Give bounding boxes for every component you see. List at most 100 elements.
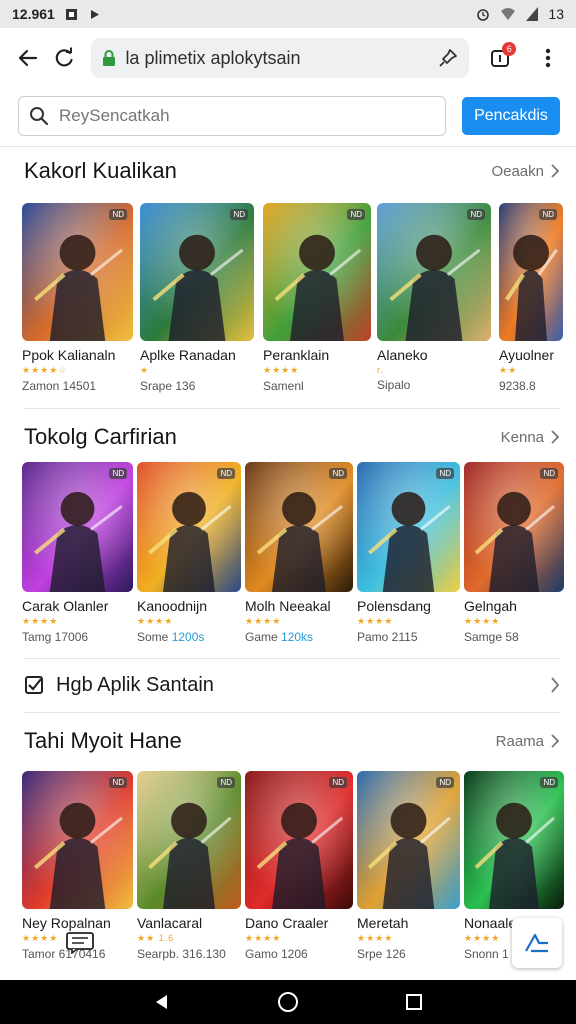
alarm-icon bbox=[477, 9, 490, 21]
game-artwork bbox=[137, 462, 241, 592]
game-artwork bbox=[499, 203, 563, 341]
app-thumbnail[interactable]: ND bbox=[137, 462, 241, 592]
app-meta: Samge 58 bbox=[464, 630, 564, 644]
app-tag: ND bbox=[329, 777, 347, 788]
app-card[interactable]: ND Alaneko r. Sipalo bbox=[377, 203, 491, 393]
app-meta: Gamo 1206 bbox=[245, 947, 353, 961]
reload-button[interactable] bbox=[46, 40, 82, 76]
app-card[interactable]: ND Gelngah ★★★★ Samge 58 bbox=[464, 462, 564, 644]
app-name: Gelngah bbox=[464, 598, 517, 614]
system-nav-bar bbox=[0, 980, 576, 1024]
section-more-link[interactable]: Oeaakn bbox=[491, 163, 560, 180]
back-button[interactable] bbox=[10, 40, 46, 76]
app-meta-highlight: 1200s bbox=[171, 630, 205, 644]
app-name: Peranklain bbox=[263, 347, 330, 363]
app-card[interactable]: ND Carak Olanler ★★★★ Tamg 17006 bbox=[22, 462, 133, 644]
signal-icon bbox=[526, 7, 539, 21]
nav-recents-icon[interactable] bbox=[405, 993, 423, 1011]
section-header: Kakorl Kualikan Oeaakn bbox=[24, 158, 560, 184]
app-tag: ND bbox=[436, 468, 454, 479]
app-card[interactable]: ND Ppok Kalianaln ★★★★☆ Zamon 14501 bbox=[22, 203, 133, 393]
nav-home-icon[interactable] bbox=[277, 991, 299, 1013]
more-vert-icon bbox=[545, 48, 551, 68]
app-tag: ND bbox=[540, 777, 558, 788]
app-meta-text: Zamon 14501 bbox=[22, 379, 97, 393]
app-rating: ★★★★ bbox=[263, 365, 300, 375]
search-input[interactable] bbox=[59, 106, 419, 126]
app-thumbnail[interactable]: ND bbox=[499, 203, 563, 341]
app-card[interactable]: ND Polensdang ★★★★ Pamo 2115 bbox=[357, 462, 460, 644]
chat-button[interactable] bbox=[66, 932, 94, 959]
app-meta-text: Gamo 1206 bbox=[245, 947, 308, 961]
app-row: ND Ppok Kalianaln ★★★★☆ Zamon 14501 ND A… bbox=[22, 203, 576, 393]
app-thumbnail[interactable]: ND bbox=[357, 771, 460, 909]
app-meta: Zamon 14501 bbox=[22, 379, 133, 393]
game-artwork bbox=[22, 771, 133, 909]
section-title: Tokolg Carfirian bbox=[24, 424, 177, 449]
app-thumbnail[interactable]: ND bbox=[464, 462, 564, 592]
section-title: Kakorl Kualikan bbox=[24, 158, 177, 183]
game-artwork bbox=[357, 771, 460, 909]
chevron-right-icon bbox=[551, 677, 560, 693]
app-meta-text: Tamg 17006 bbox=[22, 630, 89, 644]
app-rating: ★ bbox=[140, 365, 150, 375]
section-more-label: Raama bbox=[495, 732, 544, 750]
game-artwork bbox=[245, 771, 353, 909]
section-header: Tokolg Carfirian Kenna bbox=[24, 424, 560, 450]
app-thumbnail[interactable]: ND bbox=[22, 203, 133, 341]
game-artwork bbox=[263, 203, 371, 341]
app-name: Dano Craaler bbox=[245, 915, 329, 931]
app-card[interactable]: ND Molh Neeakal ★★★★ Game 120ks bbox=[245, 462, 353, 644]
menu-button[interactable] bbox=[530, 40, 566, 76]
app-tag: ND bbox=[467, 209, 485, 220]
app-rating: ★★ bbox=[499, 365, 518, 375]
checkbox-icon bbox=[25, 676, 43, 694]
app-card[interactable]: ND Meretah ★★★★ Srpe 126 bbox=[357, 771, 460, 961]
app-meta: Srape 136 bbox=[140, 379, 254, 393]
section-more-link[interactable]: Raama bbox=[496, 733, 560, 750]
list-item[interactable]: Hgb Aplik Santain bbox=[24, 664, 560, 706]
pin-icon[interactable] bbox=[437, 47, 459, 69]
search-button[interactable]: Pencakdis bbox=[462, 97, 560, 135]
app-tag: ND bbox=[540, 468, 558, 479]
app-thumbnail[interactable]: ND bbox=[245, 771, 353, 909]
app-name: Ney Ropalnan bbox=[22, 915, 111, 931]
app-meta-text: Samenl bbox=[263, 379, 304, 393]
floating-action-button[interactable] bbox=[512, 918, 562, 968]
app-name: Polensdang bbox=[357, 598, 431, 614]
compose-icon bbox=[525, 933, 548, 953]
app-name: Meretah bbox=[357, 915, 409, 931]
app-card[interactable]: ND Dano Craaler ★★★★ Gamo 1206 bbox=[245, 771, 353, 961]
app-meta-text: Srpe 126 bbox=[357, 947, 406, 961]
search-box[interactable] bbox=[18, 96, 446, 136]
app-card[interactable]: ND Peranklain ★★★★ Samenl bbox=[263, 203, 371, 393]
game-artwork bbox=[464, 462, 564, 592]
section-more-link[interactable]: Kenna bbox=[501, 429, 560, 446]
app-thumbnail[interactable]: ND bbox=[377, 203, 491, 341]
address-bar[interactable]: la plimetix aplokytsain bbox=[91, 38, 469, 78]
list-item-label: Hgb Aplik Santain bbox=[56, 673, 214, 696]
app-card[interactable]: ND Vanlacaral ★★ 1.6 Searpb. 316.130 bbox=[137, 771, 241, 961]
search-row: Pencakdis bbox=[18, 96, 560, 136]
app-thumbnail[interactable]: ND bbox=[22, 771, 133, 909]
app-card[interactable]: ND Kanoodnijn ★★★★ Some 1200s bbox=[137, 462, 241, 644]
arrow-left-icon bbox=[18, 49, 37, 67]
chevron-right-icon bbox=[551, 164, 560, 178]
app-thumbnail[interactable]: ND bbox=[263, 203, 371, 341]
app-thumbnail[interactable]: ND bbox=[140, 203, 254, 341]
section-title: Tahi Myoit Hane bbox=[24, 728, 182, 753]
app-thumbnail[interactable]: ND bbox=[357, 462, 460, 592]
battery-text: 13 bbox=[548, 6, 564, 22]
app-name: Molh Neeakal bbox=[245, 598, 331, 614]
tabs-button[interactable]: 6 bbox=[483, 40, 519, 76]
app-name: Ppok Kalianaln bbox=[22, 347, 116, 363]
app-thumbnail[interactable]: ND bbox=[245, 462, 353, 592]
app-meta: Srpe 126 bbox=[357, 947, 460, 961]
divider bbox=[24, 712, 560, 713]
app-thumbnail[interactable]: ND bbox=[22, 462, 133, 592]
app-thumbnail[interactable]: ND bbox=[137, 771, 241, 909]
app-thumbnail[interactable]: ND bbox=[464, 771, 564, 909]
app-card[interactable]: ND Ayuolner ★★ 9238.8 bbox=[499, 203, 563, 393]
app-card[interactable]: ND Aplke Ranadan ★ Srape 136 bbox=[140, 203, 254, 393]
nav-back-icon[interactable] bbox=[153, 993, 171, 1011]
